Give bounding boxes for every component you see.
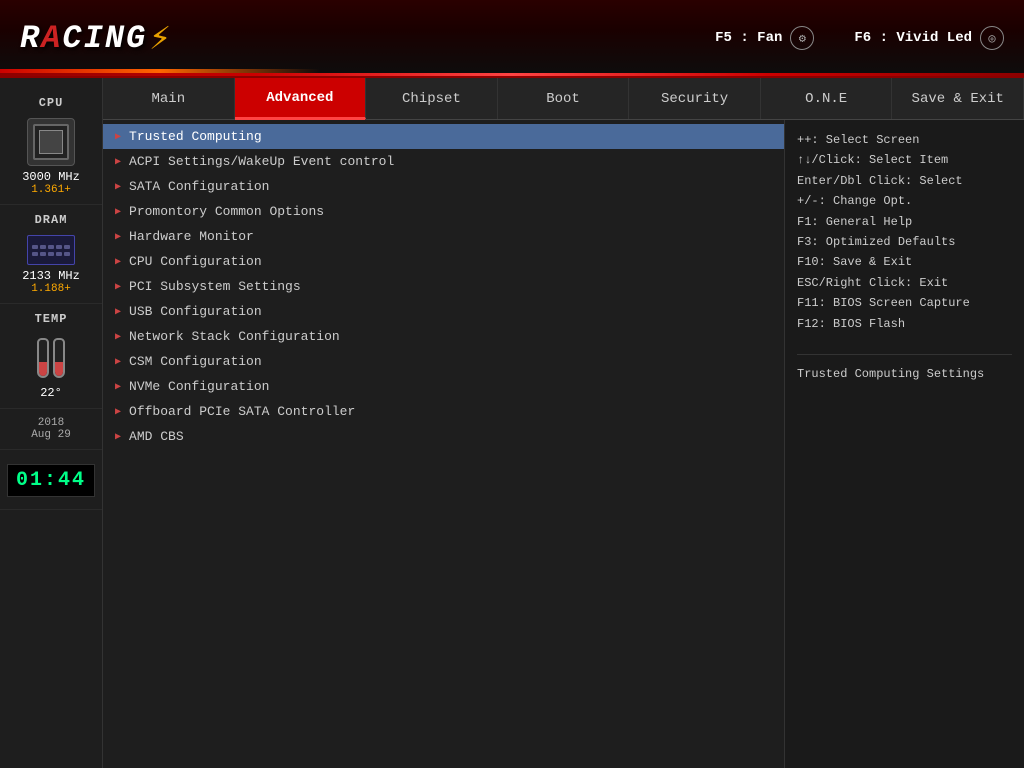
date-day: Aug 29 [31, 429, 71, 441]
help-description: Trusted Computing Settings [797, 354, 1012, 384]
menu-item-usb-config[interactable]: ▶USB Configuration [103, 299, 784, 324]
temp-icon [27, 334, 75, 382]
menu-item-network-stack[interactable]: ▶Network Stack Configuration [103, 324, 784, 349]
cpu-speed: 3000 MHz [22, 170, 80, 184]
logo-stripe [0, 69, 320, 73]
header: RACING ⚡ F5 : Fan ⚙ F6 : Vivid Led ◎ [0, 0, 1024, 78]
tab-security[interactable]: Security [629, 78, 761, 119]
arrow-icon: ▶ [115, 156, 121, 168]
dram-speed: 2133 MHz [22, 269, 80, 283]
fn5-key: F5 : Fan [715, 30, 782, 46]
temp-section: TEMP 22° [0, 304, 102, 409]
cpu-icon [27, 118, 75, 166]
menu-item-cpu-config[interactable]: ▶CPU Configuration [103, 249, 784, 274]
sidebar: CPU 3000 MHz 1.361+ DRAM 2133 MHz 1.188+ [0, 78, 103, 768]
arrow-icon: ▶ [115, 406, 121, 418]
temp-label: TEMP [35, 312, 68, 326]
tab-one[interactable]: O.N.E [761, 78, 893, 119]
date-section: 2018 Aug 29 [0, 409, 102, 450]
arrow-icon: ▶ [115, 256, 121, 268]
arrow-icon: ▶ [115, 306, 121, 318]
arrow-icon: ▶ [115, 231, 121, 243]
menu-item-offboard-pcie[interactable]: ▶Offboard PCIe SATA Controller [103, 399, 784, 424]
fan-icon: ⚙ [790, 26, 814, 50]
dram-voltage: 1.188+ [31, 283, 71, 295]
cpu-chip-graphic [33, 124, 69, 160]
arrow-icon: ▶ [115, 381, 121, 393]
dram-label: DRAM [35, 213, 68, 227]
cpu-section: CPU 3000 MHz 1.361+ [0, 88, 102, 205]
help-panel: ++: Select Screen ↑↓/Click: Select Item … [784, 120, 1024, 768]
arrow-icon: ▶ [115, 181, 121, 193]
keyboard-shortcuts: ++: Select Screen ↑↓/Click: Select Item … [797, 130, 1012, 334]
logo: RACING ⚡ [20, 17, 171, 60]
dram-section: DRAM 2133 MHz 1.188+ [0, 205, 102, 304]
arrow-icon: ▶ [115, 281, 121, 293]
main-layout: CPU 3000 MHz 1.361+ DRAM 2133 MHz 1.188+ [0, 78, 1024, 768]
tab-advanced[interactable]: Advanced [235, 78, 367, 119]
content-area: Main Advanced Chipset Boot Security O.N.… [103, 78, 1024, 768]
arrow-icon: ▶ [115, 131, 121, 143]
cpu-label: CPU [39, 96, 64, 110]
tab-main[interactable]: Main [103, 78, 235, 119]
cpu-voltage: 1.361+ [31, 184, 71, 196]
menu-item-amd-cbs[interactable]: ▶AMD CBS [103, 424, 784, 449]
menu-item-csm-config[interactable]: ▶CSM Configuration [103, 349, 784, 374]
logo-text: RACING [20, 20, 147, 57]
menu-panel[interactable]: ▶Trusted Computing▶ACPI Settings/WakeUp … [103, 120, 784, 768]
panels: ▶Trusted Computing▶ACPI Settings/WakeUp … [103, 120, 1024, 768]
logo-lightning: ⚡ [149, 17, 171, 60]
tab-save-exit[interactable]: Save & Exit [892, 78, 1024, 119]
clock-section: 01:44 [0, 450, 102, 510]
menu-item-pci-subsystem[interactable]: ▶PCI Subsystem Settings [103, 274, 784, 299]
tab-boot[interactable]: Boot [498, 78, 630, 119]
menu-item-sata-config[interactable]: ▶SATA Configuration [103, 174, 784, 199]
fn6-key: F6 : Vivid Led [854, 30, 972, 46]
header-controls: F5 : Fan ⚙ F6 : Vivid Led ◎ [715, 26, 1004, 50]
arrow-icon: ▶ [115, 356, 121, 368]
vivid-led-icon: ◎ [980, 26, 1004, 50]
menu-item-acpi-settings[interactable]: ▶ACPI Settings/WakeUp Event control [103, 149, 784, 174]
date-year: 2018 [38, 417, 64, 429]
dram-icon [27, 235, 75, 265]
arrow-icon: ▶ [115, 206, 121, 218]
fn6-button[interactable]: F6 : Vivid Led ◎ [854, 26, 1004, 50]
arrow-icon: ▶ [115, 331, 121, 343]
temp-value: 22° [40, 386, 62, 400]
thermometer-graphic [37, 338, 65, 378]
menu-item-promontory[interactable]: ▶Promontory Common Options [103, 199, 784, 224]
nav-tabs: Main Advanced Chipset Boot Security O.N.… [103, 78, 1024, 120]
arrow-icon: ▶ [115, 431, 121, 443]
fn5-button[interactable]: F5 : Fan ⚙ [715, 26, 814, 50]
menu-item-nvme-config[interactable]: ▶NVMe Configuration [103, 374, 784, 399]
menu-item-trusted-computing[interactable]: ▶Trusted Computing [103, 124, 784, 149]
tab-chipset[interactable]: Chipset [366, 78, 498, 119]
menu-item-hardware-monitor[interactable]: ▶Hardware Monitor [103, 224, 784, 249]
clock-display: 01:44 [7, 464, 95, 497]
